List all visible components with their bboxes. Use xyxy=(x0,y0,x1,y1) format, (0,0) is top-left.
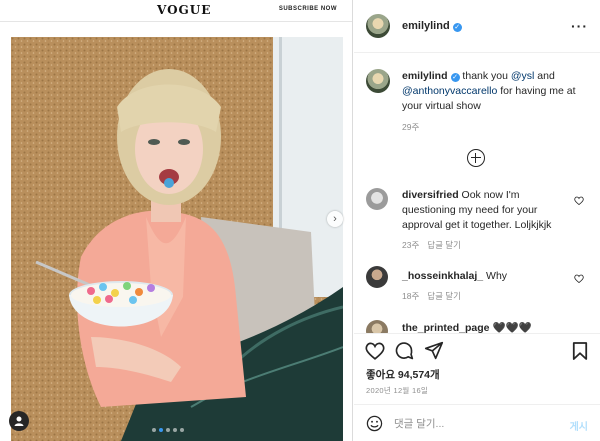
add-comment-bar: 게시 xyxy=(354,404,600,441)
comment-username[interactable]: _hosseinkhalaj_ xyxy=(402,270,483,282)
comment-timestamp[interactable]: 23주 xyxy=(402,240,419,250)
caption-timestamp[interactable]: 29주 xyxy=(402,120,587,135)
post-comment-button[interactable]: 게시 xyxy=(570,418,588,433)
caption-text: thank you xyxy=(459,70,511,82)
comment-body: 🖤🖤🖤 xyxy=(489,322,532,333)
save-bookmark-icon[interactable] xyxy=(572,341,588,361)
caption-text: and xyxy=(534,70,555,82)
carousel-dot xyxy=(173,428,177,432)
comments-list[interactable]: emilylind ✓ thank you @ysl and @anthonyva… xyxy=(354,54,600,333)
carousel-indicators xyxy=(152,428,184,432)
caption-username[interactable]: emilylind xyxy=(402,70,448,82)
reply-button[interactable]: 답글 달기 xyxy=(427,240,461,250)
comment-bubble-icon[interactable] xyxy=(394,341,414,361)
vogue-header: VOGUE SUBSCRIBE NOW xyxy=(0,0,352,22)
post-photo-illustration xyxy=(11,37,343,441)
carousel-dot xyxy=(152,428,156,432)
next-slide-button[interactable]: › xyxy=(327,211,343,227)
share-send-icon[interactable] xyxy=(424,341,444,360)
post-caption: emilylind ✓ thank you @ysl and @anthonyva… xyxy=(402,69,587,135)
comment-text: the_printed_page 🖤🖤🖤 xyxy=(402,321,567,333)
mention-link[interactable]: @anthonyvaccarello xyxy=(402,85,497,97)
load-more-comments-button[interactable] xyxy=(467,149,485,167)
verified-badge-icon: ✓ xyxy=(450,73,460,82)
post-media-panel: VOGUE SUBSCRIBE NOW › xyxy=(0,0,353,441)
comment-meta: 18주 답글 달기 xyxy=(402,290,469,302)
vogue-logo: VOGUE xyxy=(157,3,212,17)
comment-text: _hosseinkhalaj_ Why xyxy=(402,269,567,284)
user-icon xyxy=(14,416,24,426)
post-author-username-text: emilylind xyxy=(402,20,450,32)
comment-username[interactable]: diversifried xyxy=(402,189,459,201)
comment-username[interactable]: the_printed_page xyxy=(402,322,490,333)
verified-badge-icon: ✓ xyxy=(452,23,462,32)
post-header: emilylind ✓ ··· xyxy=(354,0,600,53)
comment-meta: 23주 답글 달기 xyxy=(402,239,469,251)
comment-input[interactable] xyxy=(394,416,554,432)
avatar[interactable] xyxy=(366,69,390,93)
avatar[interactable] xyxy=(366,188,388,210)
avatar[interactable] xyxy=(366,14,390,38)
post-actions: 좋아요 94,574개 2020년 12월 16일 게시 xyxy=(354,333,600,441)
like-heart-icon[interactable] xyxy=(365,341,385,360)
tagged-users-button[interactable] xyxy=(9,411,29,431)
emoji-smiley-icon[interactable] xyxy=(366,415,383,432)
comment-timestamp[interactable]: 18주 xyxy=(402,291,419,301)
reply-button[interactable]: 답글 달기 xyxy=(427,291,461,301)
mention-link[interactable]: @ysl xyxy=(511,70,535,82)
avatar[interactable] xyxy=(366,320,388,333)
carousel-dot-active xyxy=(159,428,163,432)
carousel-dot xyxy=(166,428,170,432)
more-options-icon[interactable]: ··· xyxy=(571,18,588,34)
post-side-panel: emilylind ✓ ··· emilylind ✓ thank you @ysl… xyxy=(354,0,600,441)
comment-text: diversifried Ook now I'm questioning my … xyxy=(402,188,567,233)
subscribe-link[interactable]: SUBSCRIBE NOW xyxy=(279,6,337,12)
like-comment-heart-icon[interactable] xyxy=(574,274,584,283)
chevron-right-icon: › xyxy=(333,213,337,225)
carousel-dot xyxy=(180,428,184,432)
like-comment-heart-icon[interactable] xyxy=(574,196,584,205)
post-photo[interactable] xyxy=(11,37,343,441)
likes-count[interactable]: 좋아요 94,574개 xyxy=(366,367,440,382)
post-author-username[interactable]: emilylind ✓ xyxy=(402,20,462,32)
post-date[interactable]: 2020년 12월 16일 xyxy=(366,385,428,396)
avatar[interactable] xyxy=(366,266,388,288)
comment-body: Why xyxy=(483,270,508,282)
